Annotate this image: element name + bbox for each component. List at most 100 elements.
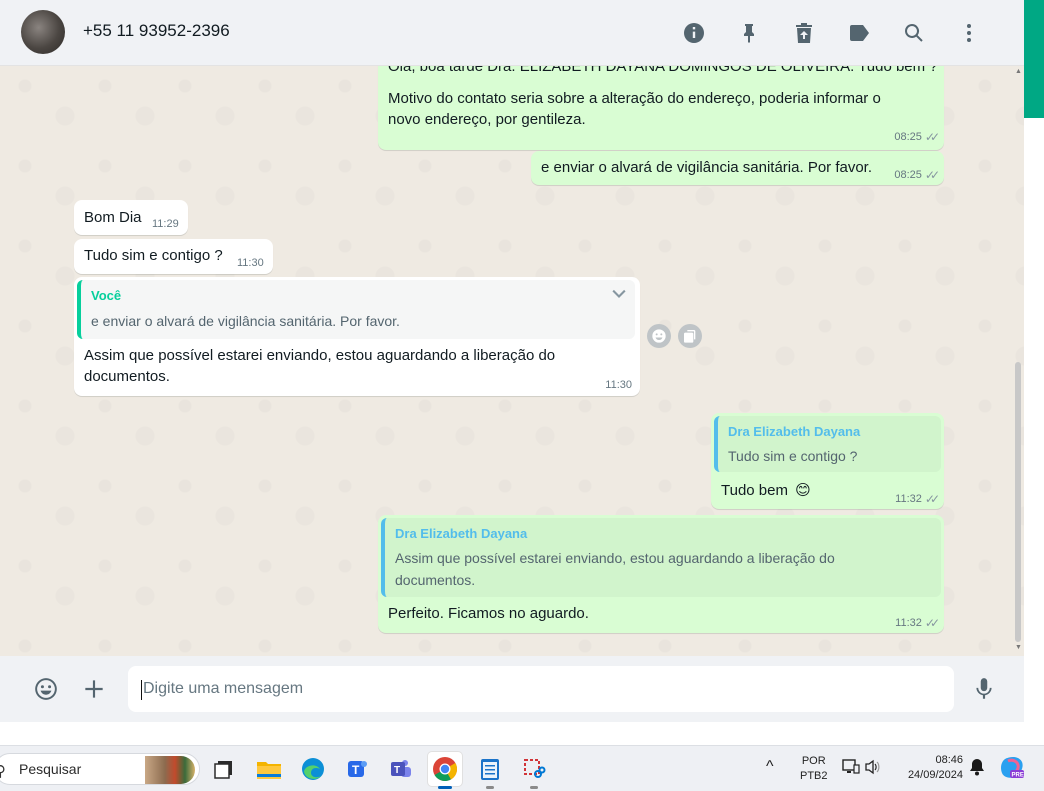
network-icon[interactable] [842,759,860,778]
chat-scrollbar-thumb[interactable] [1015,362,1021,642]
chevron-down-icon[interactable] [609,284,629,304]
message-incoming[interactable]: Bom Dia 11:29 [74,200,188,235]
search-icon[interactable] [886,16,941,50]
edge-icon[interactable] [296,752,330,786]
quoted-message[interactable]: Você e enviar o alvará de vigilância san… [77,280,635,339]
message-meta: 11:29 [152,218,179,230]
message-text: Bom Dia [84,209,142,226]
label-icon[interactable] [831,16,886,50]
emoji-icon[interactable] [31,674,61,704]
read-ticks-icon: ✓✓ [924,168,940,182]
message-meta: 11:30 [605,379,632,391]
message-incoming[interactable]: Tudo sim e contigo ? 11:30 [74,239,273,274]
message-outgoing[interactable]: Olá, boa tarde Dra. ELIZABETH DAYANA DOM… [378,66,944,150]
message-text-body: Tudo bem [721,482,788,499]
svg-text:T: T [352,763,360,777]
message-text: documentos. [84,368,170,385]
language-indicator[interactable]: POR PTB2 [800,755,828,782]
teams-purple-icon[interactable]: T [384,752,418,786]
quote-author: Você [91,288,122,303]
message-text: Tudo bem 😊 [721,481,811,499]
background-window-edge [1024,0,1044,745]
quote-author: Dra Elizabeth Dayana [728,424,861,439]
text-caret [141,680,142,700]
contact-name[interactable]: +55 11 93952-2396 [83,21,230,41]
chat-area[interactable]: Olá, boa tarde Dra. ELIZABETH DAYANA DOM… [5,66,1024,656]
language-top: POR [801,755,826,767]
contact-avatar[interactable] [21,10,65,54]
quote-author: Dra Elizabeth Dayana [395,526,528,541]
message-text: Olá, boa tarde Dra. ELIZABETH DAYANA DOM… [388,66,938,75]
message-time: 11:30 [605,379,632,391]
quoted-message[interactable]: Dra Elizabeth Dayana Tudo sim e contigo … [714,416,941,472]
language-bottom: PTB2 [800,770,828,782]
menu-icon[interactable] [941,16,996,50]
background-accent [1024,0,1044,118]
svg-text:T: T [394,765,400,776]
message-meta: 11:32 ✓✓ [895,492,940,506]
snipping-tool-icon[interactable] [517,752,551,789]
message-text: novo endereço, por gentileza. [388,111,586,128]
read-ticks-icon: ✓✓ [924,492,940,506]
chat-header: +55 11 93952-2396 [0,0,1024,66]
taskbar-search[interactable]: ⚲ Pesquisar [0,753,200,785]
task-view-icon[interactable] [207,752,241,786]
file-explorer-icon[interactable] [252,752,286,786]
clock-date: 24/09/2024 [907,769,963,781]
message-incoming-reply[interactable]: Você e enviar o alvará de vigilância san… [74,277,640,396]
message-text: Assim que possível estarei enviando, est… [84,347,556,364]
quote-text: Assim que possível estarei enviando, est… [395,550,835,566]
header-actions [666,16,996,50]
message-time: 11:30 [237,257,264,269]
message-text: Perfeito. Ficamos no aguardo. [388,605,589,622]
message-text: Motivo do contato seria sobre a alteraçã… [388,90,881,107]
copilot-icon[interactable]: PRE [1000,755,1026,784]
clock[interactable]: 08:46 24/09/2024 [899,754,963,781]
message-outgoing-reply[interactable]: Dra Elizabeth Dayana Assim que possível … [378,515,944,633]
svg-text:PRE: PRE [1012,773,1024,779]
microphone-icon[interactable] [969,674,999,704]
quoted-message[interactable]: Dra Elizabeth Dayana Assim que possível … [381,518,941,597]
copy-icon[interactable] [678,324,702,348]
scroll-down-arrow[interactable]: ▼ [1015,644,1022,651]
message-meta: 08:25 ✓✓ [894,168,940,182]
smile-emoji-icon: 😊 [795,482,811,499]
chrome-icon[interactable] [428,752,462,789]
message-outgoing[interactable]: e enviar o alvará de vigilância sanitári… [531,151,944,185]
read-ticks-icon: ✓✓ [924,616,940,630]
notepad-icon[interactable] [473,752,507,789]
volume-icon[interactable] [864,759,882,778]
message-input[interactable] [128,666,954,712]
message-time: 11:29 [152,218,179,230]
message-text: e enviar o alvará de vigilância sanitári… [541,159,873,176]
message-composer [0,656,1024,722]
teams-blue-icon[interactable]: T [340,752,374,786]
windows-taskbar: ⚲ Pesquisar T T ^ POR PTB2 08:46 24/09/2… [0,745,1044,791]
message-time: 08:25 [894,131,922,143]
open-indicator [530,786,538,789]
pin-icon[interactable] [721,16,776,50]
info-icon[interactable] [666,16,721,50]
notification-bell-icon[interactable] [969,758,985,779]
whatsapp-window: +55 11 93952-2396 Olá, boa tarde Dra. EL… [0,0,1024,722]
message-time: 08:25 [894,169,922,181]
read-ticks-icon: ✓✓ [924,130,940,144]
message-meta: 11:30 [237,257,264,269]
show-hidden-icons-chevron[interactable]: ^ [766,758,774,776]
taskbar-search-label: Pesquisar [19,761,82,777]
active-indicator [438,786,452,789]
quote-text: documentos. [395,572,476,588]
search-highlight-image [145,756,195,784]
message-meta: 08:25 ✓✓ [894,130,940,144]
delete-icon[interactable] [776,16,831,50]
message-text: Tudo sim e contigo ? [84,247,223,264]
plus-icon[interactable] [79,674,109,704]
clock-time: 08:46 [935,754,963,766]
message-outgoing-reply[interactable]: Dra Elizabeth Dayana Tudo sim e contigo … [711,413,944,509]
search-icon: ⚲ [0,763,6,780]
open-indicator [486,786,494,789]
quote-text: e enviar o alvará de vigilância sanitári… [91,313,400,329]
scroll-up-arrow[interactable]: ▲ [1015,68,1022,75]
quote-text: Tudo sim e contigo ? [728,448,858,464]
react-emoji-icon[interactable] [647,324,671,348]
